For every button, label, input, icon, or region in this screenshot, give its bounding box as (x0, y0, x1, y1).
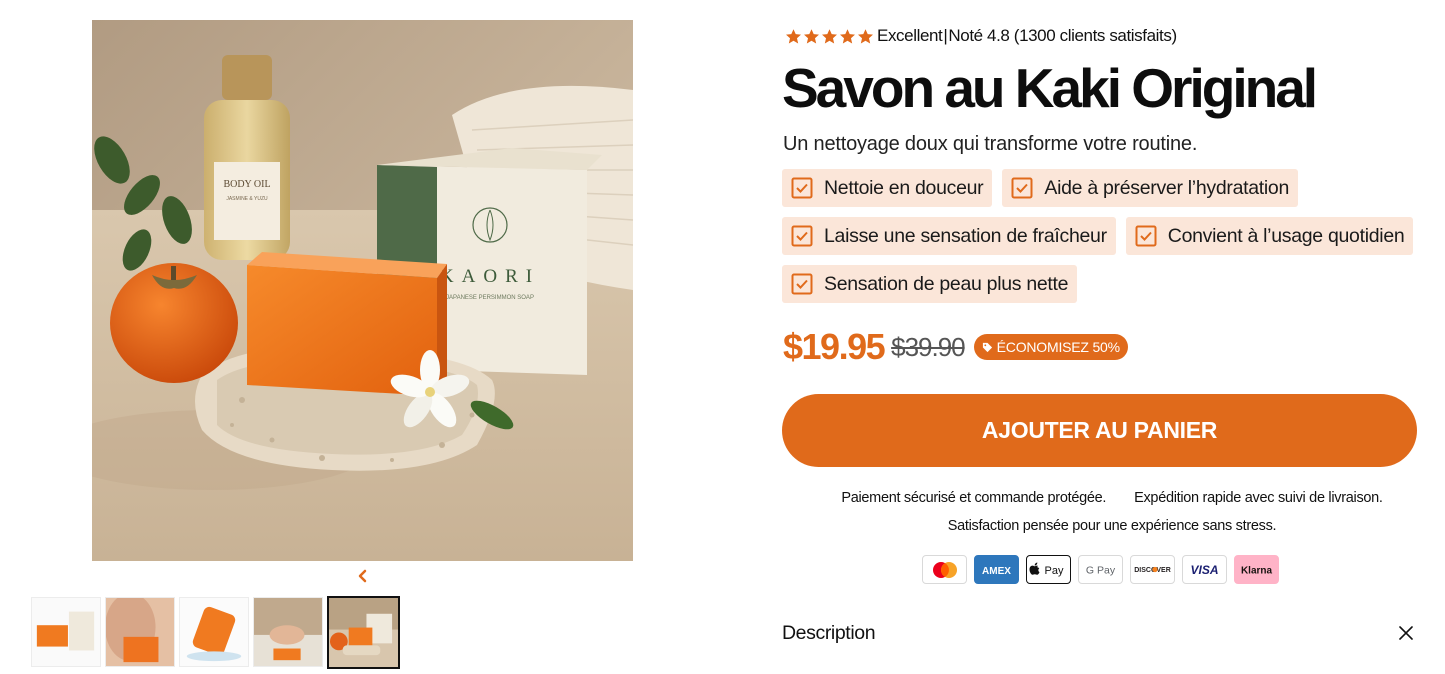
product-main-image[interactable]: BODY OIL JASMINE & YUZU KAORI JAPANESE P… (92, 20, 633, 561)
chevron-left-icon[interactable] (355, 568, 371, 584)
product-title: Savon au Kaki Original (782, 57, 1318, 119)
star-icon (786, 28, 801, 43)
rating-label: Excellent (877, 26, 943, 45)
payment-methods: AMEX Pay G Pay DISCOVER VISA Klarna (922, 555, 1279, 584)
thumbnail-1[interactable] (31, 597, 101, 667)
benefit-chip: Laisse une sensation de fraîcheur (782, 217, 1116, 255)
product-photo: BODY OIL JASMINE & YUZU KAORI JAPANESE P… (92, 20, 633, 561)
bottle-label: BODY OIL (223, 179, 270, 190)
bottle-sublabel: JASMINE & YUZU (226, 196, 268, 202)
svg-text:G Pay: G Pay (1086, 565, 1116, 577)
benefit-chip: Convient à l’usage quotidien (1125, 217, 1414, 255)
thumbnail-5[interactable] (327, 596, 400, 669)
sale-price: $19.95 (783, 326, 886, 367)
rating-summary: Excellent | Noté 4.8 (1300 clients satis… (785, 26, 1177, 46)
svg-text:VISA: VISA (1190, 563, 1218, 577)
star-icon (858, 28, 873, 43)
box-brand: KAORI (440, 266, 540, 287)
trust-line-1: Paiement sécurisé et commande protégée. E… (782, 490, 1442, 506)
svg-text:AMEX: AMEX (982, 566, 1011, 577)
close-icon[interactable] (1398, 625, 1414, 641)
benefit-chip: Aide à préserver l’hydratation (1002, 169, 1299, 207)
apple-pay-icon: Pay (1026, 555, 1071, 584)
benefit-chip: Sensation de peau plus nette (782, 265, 1078, 303)
checkbox-icon (1011, 177, 1033, 199)
checkbox-icon (791, 225, 813, 247)
rating-detail: Noté 4.8 (1300 clients satisfaits) (948, 26, 1177, 45)
tag-icon (982, 342, 992, 352)
svg-text:Pay: Pay (1045, 565, 1064, 577)
rating-separator: | (943, 26, 948, 45)
benefit-label: Nettoie en douceur (824, 176, 984, 199)
thumbnail-strip (31, 596, 400, 669)
discover-icon: DISCOVER (1130, 555, 1175, 584)
thumbnail-4[interactable] (253, 597, 323, 667)
discount-badge-label: ÉCONOMISEZ 50% (996, 339, 1120, 355)
benefit-label: Laisse une sensation de fraîcheur (824, 224, 1107, 247)
compare-price: $39.90 (891, 331, 966, 362)
mastercard-icon (922, 555, 967, 584)
svg-text:DISCOVER: DISCOVER (1134, 567, 1171, 574)
klarna-icon: Klarna (1234, 555, 1279, 584)
checkbox-icon (791, 177, 813, 199)
thumbnail-2[interactable] (105, 597, 175, 667)
trust-satisfaction: Satisfaction pensée pour une expérience … (947, 518, 1277, 534)
trust-line-2: Satisfaction pensée pour une expérience … (782, 518, 1442, 534)
benefit-label: Convient à l’usage quotidien (1167, 224, 1405, 247)
checkbox-icon (1135, 225, 1157, 247)
discount-badge: ÉCONOMISEZ 50% (973, 334, 1128, 360)
star-icon (804, 28, 819, 43)
visa-icon: VISA (1182, 555, 1227, 584)
star-icon (822, 28, 837, 43)
add-to-cart-button[interactable]: AJOUTER AU PANIER (782, 394, 1417, 467)
description-accordion[interactable]: Description (782, 612, 1414, 654)
trust-secure-payment: Paiement sécurisé et commande protégée. (841, 490, 1107, 506)
thumbnail-3[interactable] (179, 597, 249, 667)
svg-text:Klarna: Klarna (1241, 566, 1273, 577)
benefit-label: Sensation de peau plus nette (824, 272, 1069, 295)
amex-icon: AMEX (974, 555, 1019, 584)
rating-stars (785, 28, 874, 45)
google-pay-icon: G Pay (1078, 555, 1123, 584)
benefit-list: Nettoie en douceur Aide à préserver l’hy… (782, 169, 1422, 303)
box-subtitle: JAPANESE PERSIMMON SOAP (446, 295, 534, 301)
benefit-label: Aide à préserver l’hydratation (1044, 176, 1290, 199)
checkbox-icon (791, 273, 813, 295)
price-row: $19.95 $39.90 ÉCONOMISEZ 50% (783, 326, 1128, 368)
description-label: Description (782, 621, 876, 644)
benefit-chip: Nettoie en douceur (782, 169, 993, 207)
star-icon (840, 28, 855, 43)
trust-fast-shipping: Expédition rapide avec suivi de livraiso… (1134, 490, 1383, 506)
product-subtitle: Un nettoyage doux qui transforme votre r… (783, 133, 1198, 155)
